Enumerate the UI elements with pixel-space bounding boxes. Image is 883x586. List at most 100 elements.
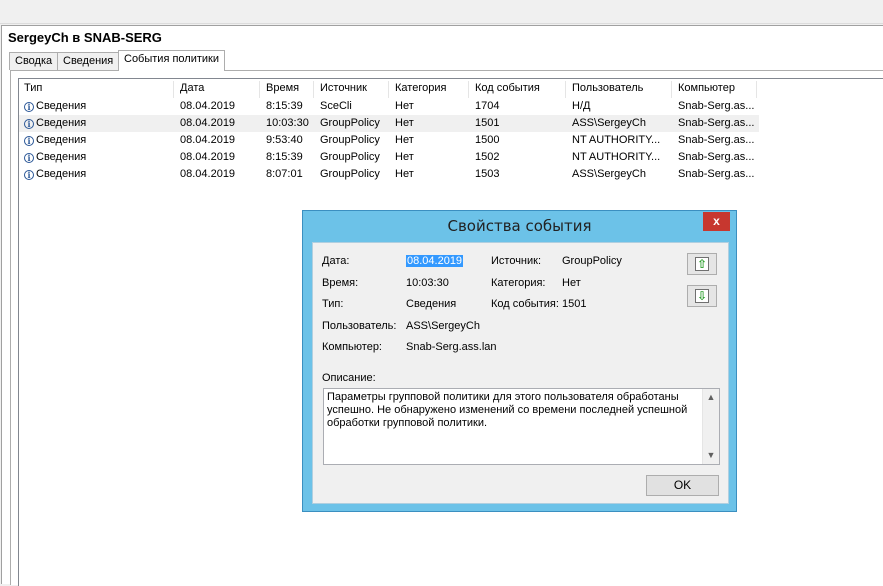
cell-text: Нет	[395, 134, 414, 146]
cell-text: Н/Д	[572, 100, 591, 112]
table-row[interactable]: i Сведения 08.04.2019 8:15:39 SceCli Нет 1704 Н…	[19, 98, 759, 115]
cell-type: i Сведения	[24, 98, 174, 115]
table-cell: GroupPolicy	[320, 115, 392, 132]
cell-text: Сведения	[36, 117, 87, 129]
info-icon: i	[24, 119, 34, 129]
user-label: Пользователь:	[322, 320, 397, 332]
table-cell: 9:53:40	[266, 132, 318, 149]
table-cell: GroupPolicy	[320, 166, 392, 183]
cell-text: 10:03:30	[266, 117, 309, 129]
col-time[interactable]: Время	[261, 81, 314, 98]
tab-details[interactable]: Сведения	[57, 52, 120, 70]
dialog-body: Дата: 08.04.2019 Время: 10:03:30 Тип: Св…	[312, 242, 729, 504]
user-value: ASS\SergeyCh	[406, 320, 480, 332]
table-cell: SceCli	[320, 98, 392, 115]
table-cell: 08.04.2019	[180, 166, 262, 183]
description-scrollbar[interactable]: ▲ ▼	[702, 389, 719, 464]
table-cell: 8:15:39	[266, 149, 318, 166]
previous-event-button[interactable]: ⇧	[687, 253, 717, 275]
col-type[interactable]: Тип	[19, 81, 174, 98]
cell-text: GroupPolicy	[320, 151, 380, 163]
col-event-id[interactable]: Код события	[470, 81, 566, 98]
col-computer[interactable]: Компьютер	[673, 81, 757, 98]
category-label: Категория:	[491, 277, 546, 289]
table-cell: ASS\SergeyCh	[572, 115, 675, 132]
table-cell: 08.04.2019	[180, 98, 262, 115]
event-id-label: Код события:	[491, 298, 559, 310]
cell-text: ASS\SergeyCh	[572, 168, 646, 180]
table-cell: 1502	[475, 149, 569, 166]
cell-text: 08.04.2019	[180, 151, 236, 163]
arrow-up-icon: ⇧	[695, 257, 709, 271]
cell-text: Сведения	[36, 134, 87, 146]
col-user[interactable]: Пользователь	[567, 81, 672, 98]
table-row[interactable]: i Сведения 08.04.2019 9:53:40 GroupPolicy Нет…	[19, 132, 759, 149]
description-label: Описание:	[322, 372, 376, 384]
computer-value: Snab-Serg.ass.lan	[406, 341, 497, 353]
cell-text: GroupPolicy	[320, 134, 380, 146]
cell-text: GroupPolicy	[320, 117, 380, 129]
col-category[interactable]: Категория	[390, 81, 469, 98]
cell-text: Нет	[395, 168, 414, 180]
cell-text: 1704	[475, 100, 500, 112]
col-source[interactable]: Источник	[315, 81, 389, 98]
table-cell: Snab-Serg.as...	[678, 166, 758, 183]
arrow-down-icon: ⇩	[695, 289, 709, 303]
close-icon: x	[713, 214, 720, 228]
cell-text: 1500	[475, 134, 500, 146]
table-row[interactable]: i Сведения 08.04.2019 8:07:01 GroupPolicy Нет…	[19, 166, 759, 183]
cell-text: 1501	[475, 117, 500, 129]
table-cell: Н/Д	[572, 98, 675, 115]
cell-type: i Сведения	[24, 166, 174, 183]
cell-text: 08.04.2019	[180, 168, 236, 180]
scroll-down-icon[interactable]: ▼	[703, 447, 719, 464]
dialog-title: Свойства события	[447, 217, 592, 235]
window-title: SergeyCh в SNAB-SERG	[8, 30, 162, 45]
table-cell: 08.04.2019	[180, 115, 262, 132]
event-id-value: 1501	[562, 298, 587, 310]
cell-text: 8:15:39	[266, 100, 303, 112]
cell-type: i Сведения	[24, 132, 174, 149]
next-event-button[interactable]: ⇩	[687, 285, 717, 307]
source-label: Источник:	[491, 255, 542, 267]
close-button[interactable]: x	[703, 212, 730, 231]
cell-text: Snab-Serg.as...	[678, 117, 755, 129]
ok-button[interactable]: OK	[646, 475, 719, 496]
time-value: 10:03:30	[406, 277, 449, 289]
cell-type: i Сведения	[24, 115, 174, 132]
cell-text: Нет	[395, 117, 414, 129]
cell-text: 8:15:39	[266, 151, 303, 163]
cell-text: Сведения	[36, 100, 87, 112]
tab-policy-events[interactable]: События политики	[118, 50, 225, 71]
table-cell: Нет	[395, 115, 471, 132]
table-cell: NT AUTHORITY...	[572, 132, 675, 149]
table-row[interactable]: i Сведения 08.04.2019 8:15:39 GroupPolicy Нет…	[19, 149, 759, 166]
type-label: Тип:	[322, 298, 344, 310]
table-cell: 08.04.2019	[180, 149, 262, 166]
description-box[interactable]: Параметры групповой политики для этого п…	[323, 388, 720, 465]
table-cell: Snab-Serg.as...	[678, 132, 758, 149]
category-value: Нет	[562, 277, 581, 289]
cell-text: Сведения	[36, 151, 87, 163]
date-value[interactable]: 08.04.2019	[406, 255, 464, 267]
table-cell: Snab-Serg.as...	[678, 115, 758, 132]
table-row[interactable]: i Сведения 08.04.2019 10:03:30 GroupPolicy Не…	[19, 115, 759, 132]
cell-text: Нет	[395, 151, 414, 163]
col-date[interactable]: Дата	[175, 81, 260, 98]
table-cell: Snab-Serg.as...	[678, 98, 758, 115]
cell-text: SceCli	[320, 100, 352, 112]
cell-text: Snab-Serg.as...	[678, 100, 755, 112]
table-cell: Нет	[395, 166, 471, 183]
cell-text: NT AUTHORITY...	[572, 151, 661, 163]
date-value-text: 08.04.2019	[406, 255, 464, 267]
table-cell: 1503	[475, 166, 569, 183]
table-cell: 1501	[475, 115, 569, 132]
scroll-up-icon[interactable]: ▲	[703, 389, 719, 406]
cell-text: Snab-Serg.as...	[678, 134, 755, 146]
tab-summary[interactable]: Сводка	[9, 52, 59, 70]
cell-type: i Сведения	[24, 149, 174, 166]
info-icon: i	[24, 170, 34, 180]
cell-text: Snab-Serg.as...	[678, 151, 755, 163]
cell-text: 08.04.2019	[180, 117, 236, 129]
description-text: Параметры групповой политики для этого п…	[327, 391, 688, 429]
